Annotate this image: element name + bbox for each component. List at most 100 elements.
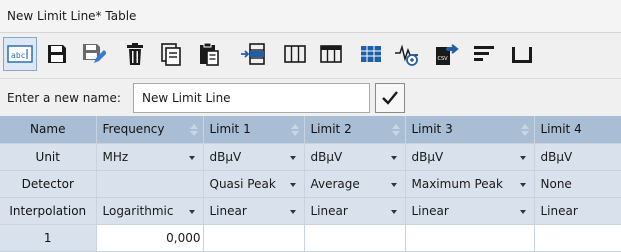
insert-row-button[interactable] xyxy=(236,37,270,71)
dropdown-value: Linear xyxy=(209,203,247,218)
row-label-unit: Unit xyxy=(0,143,97,171)
row-label-interpolation: Interpolation xyxy=(0,197,97,225)
table-view-button[interactable] xyxy=(354,37,388,71)
columns-button[interactable] xyxy=(278,37,312,71)
export-csv-icon: CSV xyxy=(436,44,459,65)
limit-line-table: Name Frequency Limit 1 Limit 2 Limit 3 L… xyxy=(0,116,621,252)
interpolation-dropdown[interactable]: Linear xyxy=(405,197,535,225)
checkmark-icon xyxy=(382,91,398,105)
row-index: 1 xyxy=(0,224,97,252)
unit-dropdown[interactable]: dBμV xyxy=(304,143,406,171)
chevron-down-icon xyxy=(289,182,296,187)
chevron-down-icon xyxy=(390,209,397,214)
header-label: Limit 1 xyxy=(209,122,251,137)
paste-button[interactable] xyxy=(192,37,226,71)
rename-button[interactable]: abc xyxy=(3,37,37,71)
header-limit-2[interactable]: Limit 2 xyxy=(304,116,406,144)
dropdown-value: Quasi Peak xyxy=(209,176,276,191)
unit-dropdown[interactable]: dBμV xyxy=(203,143,305,171)
abc-text-icon: abc xyxy=(7,45,33,63)
save-as-icon xyxy=(83,44,106,63)
chevron-down-icon xyxy=(390,155,397,160)
sort-icon xyxy=(290,124,299,136)
dropdown-value: dBμV xyxy=(411,149,444,164)
interpolation-dropdown[interactable]: Linear xyxy=(304,197,406,225)
window-title: New Limit Line* Table xyxy=(7,9,137,23)
interpolation-dropdown[interactable]: Linear xyxy=(534,197,621,225)
dropdown-value: None xyxy=(540,176,572,191)
table-grid-icon xyxy=(361,46,381,62)
save-as-button[interactable] xyxy=(76,37,110,71)
dropdown-value: MHz xyxy=(102,149,129,164)
detector-dropdown[interactable]: Average xyxy=(304,170,406,198)
confirm-name-button[interactable] xyxy=(375,83,405,113)
copy-button[interactable] xyxy=(154,37,188,71)
limit-4-cell[interactable] xyxy=(534,224,621,252)
detector-dropdown[interactable]: Maximum Peak xyxy=(405,170,535,198)
detector-dropdown[interactable]: Quasi Peak xyxy=(203,170,305,198)
dropdown-value: Average xyxy=(310,176,360,191)
detector-dropdown[interactable]: None xyxy=(534,170,621,198)
name-input[interactable] xyxy=(133,83,370,113)
frequency-cell[interactable]: 0,000 xyxy=(96,224,204,252)
toolbar: abc CSV xyxy=(0,34,621,74)
unit-dropdown[interactable]: MHz xyxy=(96,143,204,171)
dropdown-value: Logarithmic xyxy=(102,203,174,218)
chevron-down-icon xyxy=(289,209,296,214)
trash-icon xyxy=(127,43,143,65)
sort-icon xyxy=(520,124,529,136)
unit-dropdown[interactable]: dBμV xyxy=(405,143,535,171)
columns-icon xyxy=(284,45,306,63)
chevron-down-icon xyxy=(519,209,526,214)
unit-dropdown[interactable]: dBμV xyxy=(534,143,621,171)
dropdown-value: Linear xyxy=(540,203,578,218)
svg-text:abc: abc xyxy=(11,51,26,60)
chevron-down-icon xyxy=(188,209,195,214)
detector-row: Detector Quasi Peak Average Maximum Peak… xyxy=(0,170,621,198)
header-columns-button[interactable] xyxy=(314,37,348,71)
save-button[interactable] xyxy=(40,37,74,71)
save-icon xyxy=(48,45,66,63)
delete-button[interactable] xyxy=(118,37,152,71)
header-limit-4[interactable]: Limit 4 xyxy=(534,116,621,144)
sort-icon xyxy=(391,124,400,136)
interpolation-dropdown[interactable]: Logarithmic xyxy=(96,197,204,225)
limit-1-cell[interactable] xyxy=(203,224,305,252)
table-row: 1 0,000 xyxy=(0,224,621,252)
sort-icon xyxy=(189,124,198,136)
header-label: Limit 2 xyxy=(310,122,352,137)
header-label: Limit 3 xyxy=(411,122,453,137)
signal-view-button[interactable] xyxy=(390,37,424,71)
header-limit-3[interactable]: Limit 3 xyxy=(405,116,535,144)
paste-icon xyxy=(200,42,219,66)
dropdown-value: dBμV xyxy=(209,149,242,164)
chevron-down-icon xyxy=(519,182,526,187)
signal-trace-icon xyxy=(395,44,418,66)
detector-cell-empty xyxy=(96,170,204,198)
chevron-down-icon xyxy=(188,155,195,160)
dropdown-value: Linear xyxy=(310,203,348,218)
insert-row-icon xyxy=(241,43,265,65)
chevron-down-icon xyxy=(390,182,397,187)
name-label: Enter a new name: xyxy=(7,91,121,105)
table-header-row: Name Frequency Limit 1 Limit 2 Limit 3 L… xyxy=(0,116,621,144)
interpolation-dropdown[interactable]: Linear xyxy=(203,197,305,225)
dropdown-value: dBμV xyxy=(540,149,573,164)
limit-2-cell[interactable] xyxy=(304,224,406,252)
print-button[interactable] xyxy=(505,37,539,71)
copy-icon xyxy=(161,43,181,66)
chevron-down-icon xyxy=(519,155,526,160)
dropdown-value: Linear xyxy=(411,203,449,218)
header-label: Frequency xyxy=(102,122,165,137)
tray-icon xyxy=(512,47,532,63)
header-name: Name xyxy=(0,116,97,144)
lines-icon xyxy=(474,46,494,61)
header-frequency[interactable]: Frequency xyxy=(96,116,204,144)
format-button[interactable] xyxy=(467,37,501,71)
header-label: Limit 4 xyxy=(540,122,582,137)
unit-row: Unit MHz dBμV dBμV dBμV dBμV xyxy=(0,143,621,171)
limit-3-cell[interactable] xyxy=(405,224,535,252)
export-csv-button[interactable]: CSV xyxy=(431,37,465,71)
name-row: Enter a new name: xyxy=(0,78,621,116)
header-limit-1[interactable]: Limit 1 xyxy=(203,116,305,144)
